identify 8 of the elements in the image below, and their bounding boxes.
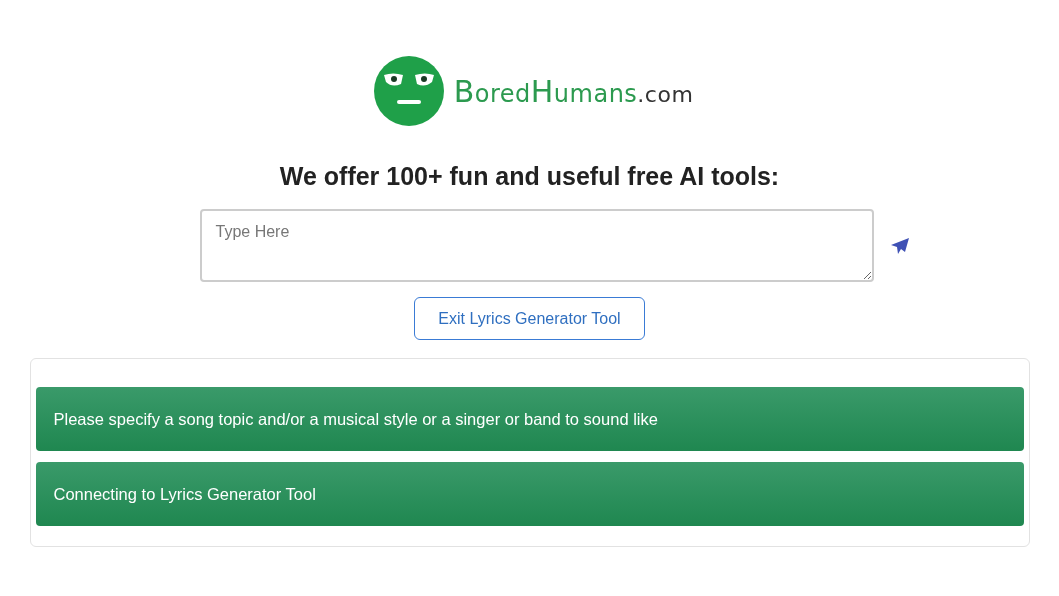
chat-message: Connecting to Lyrics Generator Tool	[35, 462, 1024, 526]
exit-tool-button[interactable]: Exit Lyrics Generator Tool	[414, 297, 645, 340]
site-logo-text: Bored Humans.com	[453, 73, 694, 109]
send-icon[interactable]	[889, 236, 910, 255]
bored-face-logo-icon	[373, 56, 444, 126]
message-input-field[interactable]: Type Here	[199, 209, 874, 282]
page-heading: We offer 100+ fun and useful free AI tools:	[279, 162, 780, 191]
chat-message: Please specify a song topic and/or a musical style or a singer or band to sound like	[35, 387, 1024, 451]
